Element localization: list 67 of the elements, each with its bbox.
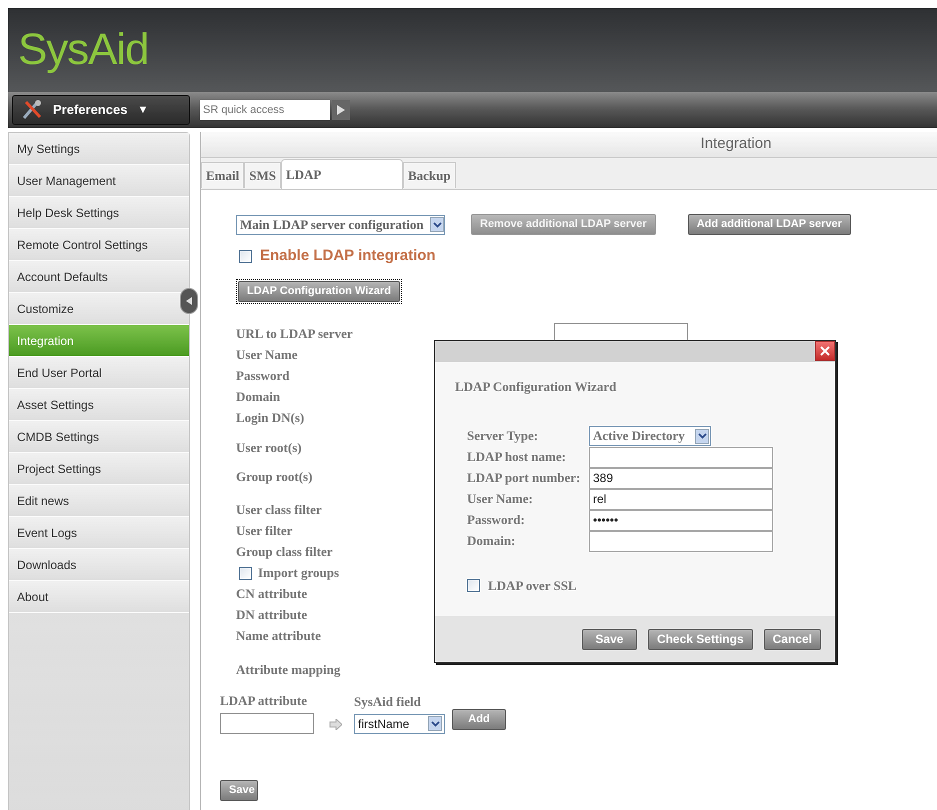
text-field[interactable]: rel: [589, 488, 773, 510]
field-label: Domain: [236, 388, 280, 406]
sidebar-item[interactable]: End User Portal: [9, 357, 189, 389]
field-label: Name attribute: [236, 627, 321, 646]
sidebar-item[interactable]: Account Defaults: [9, 261, 189, 293]
sidebar-item[interactable]: Downloads: [9, 549, 189, 581]
field-label: User Name: [236, 346, 298, 364]
field-label: Password:: [467, 511, 526, 530]
sidebar-item[interactable]: About: [9, 581, 189, 613]
tab[interactable]: SMS: [244, 162, 281, 188]
collapse-handle-icon[interactable]: [180, 288, 198, 314]
ldap-attribute-field[interactable]: [220, 712, 314, 734]
field-label: User Name:: [467, 490, 534, 508]
dialog-title: LDAP Configuration Wizard: [455, 378, 618, 396]
ssl-checkbox[interactable]: [467, 578, 480, 592]
field-label: DN attribute: [236, 606, 308, 624]
ssl-label: LDAP over SSL: [488, 576, 577, 594]
quick-access-field[interactable]: SR quick access: [200, 100, 330, 120]
field-label: Login DN(s): [236, 409, 304, 428]
field-label: Group class filter: [236, 543, 333, 562]
field-label: Password: [236, 367, 290, 386]
text-field[interactable]: ••••••: [589, 510, 773, 530]
field-label: URL to LDAP server: [236, 325, 353, 344]
sidebar-item[interactable]: Help Desk Settings: [9, 197, 189, 229]
sidebar-item[interactable]: CMDB Settings: [9, 421, 189, 453]
field-label: LDAP host name:: [467, 448, 567, 466]
field-label: Group root(s): [236, 468, 312, 486]
preferences-menu-button[interactable]: Preferences ▼: [12, 95, 190, 125]
tools-icon: [21, 99, 43, 121]
server-type-select[interactable]: Active Directory: [589, 426, 711, 446]
field-label: LDAP port number:: [467, 469, 582, 488]
sidebar-item[interactable]: Remote Control Settings: [9, 229, 189, 261]
close-button[interactable]: [815, 341, 835, 361]
logo: SysAid: [18, 28, 148, 72]
field-label: Server Type:: [467, 427, 540, 446]
sidebar-item[interactable]: Project Settings: [9, 453, 189, 485]
enable-label: Enable LDAP integration: [260, 246, 436, 266]
play-arrow-icon: [337, 105, 345, 115]
tab[interactable]: Backup: [402, 162, 456, 188]
field-label: User root(s): [236, 439, 302, 458]
sysaid-field-select[interactable]: firstName: [354, 714, 445, 734]
sidebar-item[interactable]: Customize: [9, 293, 189, 325]
tab[interactable]: Email: [201, 162, 244, 188]
field-label: Import groups: [258, 564, 340, 582]
field-label: User class filter: [236, 501, 322, 520]
import-groups-checkbox[interactable]: [239, 566, 252, 580]
column-label: LDAP attribute: [220, 692, 308, 710]
field-label: CN attribute: [236, 585, 308, 604]
server-select[interactable]: Main LDAP server configuration: [236, 214, 445, 234]
sidebar-item[interactable]: Asset Settings: [9, 389, 189, 421]
enable-checkbox[interactable]: [239, 250, 252, 263]
field-label: Domain:: [467, 532, 516, 550]
page-title: Integration: [700, 134, 772, 154]
sidebar-item[interactable]: User Management: [9, 165, 189, 197]
section-title: Attribute mapping: [236, 660, 342, 679]
tab[interactable]: LDAP: [280, 159, 403, 189]
sidebar-item[interactable]: Event Logs: [9, 517, 189, 549]
arrow-right-icon: [329, 718, 342, 730]
sidebar-item[interactable]: Edit news: [9, 485, 189, 517]
text-field[interactable]: [589, 530, 773, 552]
column-label: SysAid field: [354, 693, 422, 711]
text-field[interactable]: [589, 446, 773, 468]
sidebar-item[interactable]: My Settings: [9, 133, 189, 165]
field-label: User filter: [236, 522, 292, 540]
go-button[interactable]: [332, 100, 350, 120]
text-field[interactable]: 389: [589, 468, 773, 488]
close-icon: [820, 346, 830, 356]
